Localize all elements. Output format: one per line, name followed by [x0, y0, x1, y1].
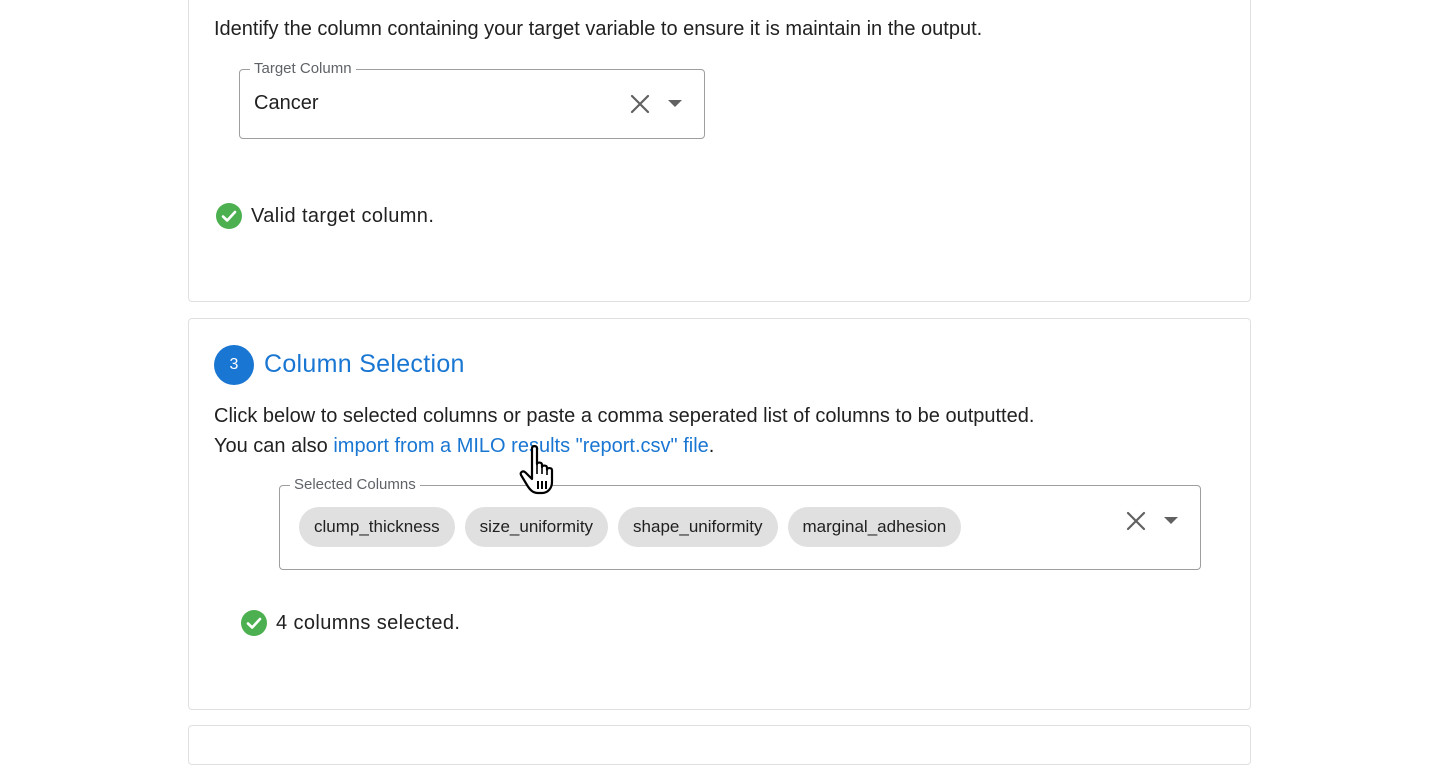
close-icon[interactable]	[1122, 507, 1150, 535]
chip-list: clump_thickness size_uniformity shape_un…	[299, 507, 962, 547]
arrow-drop-down-icon[interactable]	[1157, 507, 1185, 535]
chip-shape-uniformity[interactable]: shape_uniformity	[618, 507, 778, 547]
selected-columns-select[interactable]: Selected Columns clump_thickness size_un…	[279, 476, 1201, 570]
next-step-card	[188, 725, 1251, 765]
import-report-link[interactable]: import from a MILO results "report.csv" …	[333, 435, 708, 457]
column-status: 4 columns selected.	[241, 610, 460, 636]
check-circle-icon	[216, 203, 242, 229]
target-column-label: Target Column	[250, 60, 356, 78]
arrow-drop-down-icon[interactable]	[661, 90, 689, 118]
column-selection-card: 3 Column Selection Click below to select…	[188, 318, 1251, 710]
target-status: Valid target column.	[216, 203, 434, 229]
chip-marginal-adhesion[interactable]: marginal_adhesion	[787, 507, 962, 547]
chip-clump-thickness[interactable]: clump_thickness	[299, 507, 455, 547]
column-description-line1: Click below to selected columns or paste…	[214, 405, 1035, 427]
step-number-badge: 3	[214, 345, 254, 385]
section-title: Column Selection	[264, 350, 465, 378]
target-status-text: Valid target column.	[251, 204, 435, 227]
target-column-value: Cancer	[254, 92, 319, 114]
chip-size-uniformity[interactable]: size_uniformity	[464, 507, 609, 547]
column-description-line2: You can also import from a MILO results …	[214, 431, 714, 461]
selected-columns-label: Selected Columns	[290, 476, 420, 494]
close-icon[interactable]	[626, 90, 654, 118]
target-column-select[interactable]: Target Column Cancer	[239, 60, 705, 139]
target-column-card: Identify the column containing your targ…	[188, 0, 1251, 302]
description-prefix: You can also	[214, 435, 334, 457]
check-circle-icon	[241, 610, 267, 636]
description-suffix: .	[708, 435, 715, 457]
column-status-text: 4 columns selected.	[276, 611, 461, 634]
target-description: Identify the column containing your targ…	[214, 18, 983, 40]
